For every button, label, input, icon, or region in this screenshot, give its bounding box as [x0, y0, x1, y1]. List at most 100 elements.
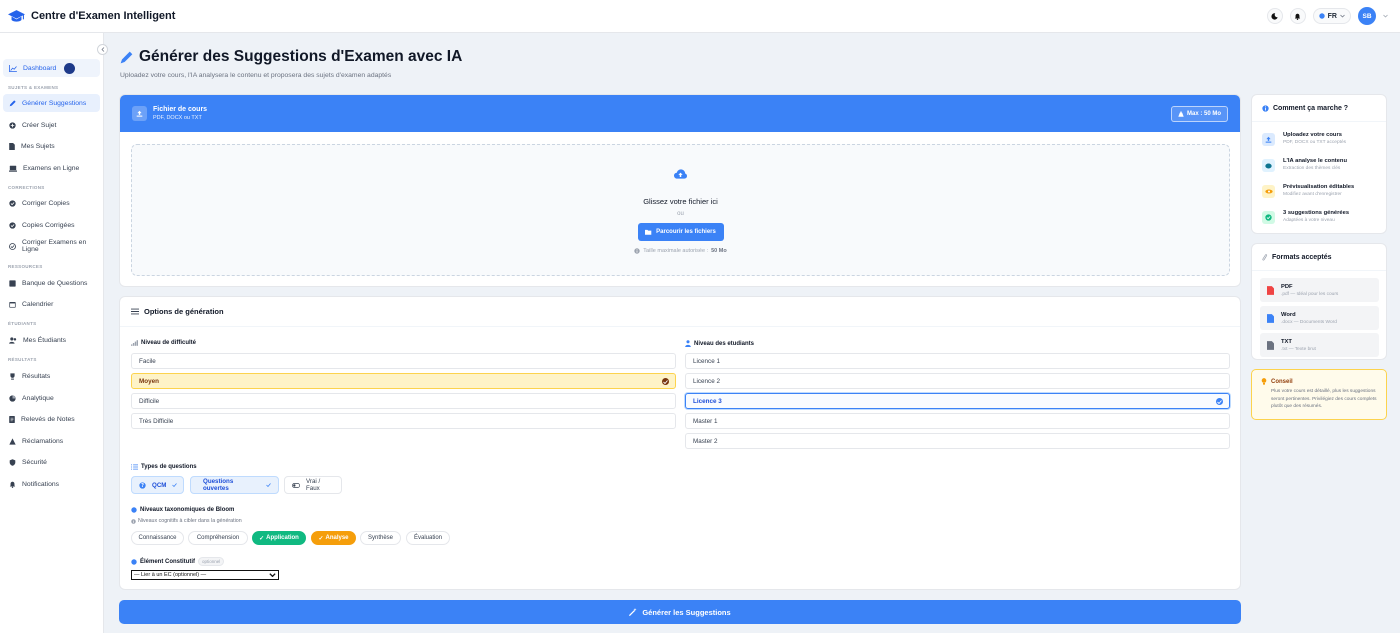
sidebar-collapse-button[interactable] [97, 44, 108, 55]
sidebar-item-label: Relevés de Notes [21, 415, 75, 423]
step-title: L'IA analyse le contenu [1283, 158, 1347, 164]
sidebar-item-securite[interactable]: Sécurité [3, 453, 100, 471]
options-title: Options de génération [144, 307, 224, 316]
file-pdf-icon [1267, 285, 1274, 295]
sidebar-item-creer-sujet[interactable]: Créer Sujet [3, 116, 100, 134]
check-circle-icon [1216, 398, 1223, 405]
browse-files-button[interactable]: Parcourir les fichiers [637, 223, 724, 241]
tip-header: Conseil [1252, 370, 1386, 385]
pencil-icon [9, 99, 16, 107]
student-option-m2[interactable]: Master 2 [685, 433, 1230, 449]
bloom-pill-label: Application [266, 535, 299, 541]
size-note-value: 50 Mo [711, 248, 727, 254]
how-it-works-header: Comment ça marche ? [1252, 95, 1386, 122]
formats-card: Formats acceptés PDF .pdf — Idéal pour le… [1251, 243, 1387, 360]
difficulty-option-moyen[interactable]: Moyen [131, 373, 676, 389]
sidebar-item-calendrier[interactable]: Calendrier [3, 295, 100, 313]
sidebar: Dashboard SUJETS & EXAMENS Générer Sugge… [0, 33, 104, 633]
brand[interactable]: Centre d'Examen Intelligent [8, 9, 176, 23]
app-title: Centre d'Examen Intelligent [31, 10, 176, 22]
laptop-icon [9, 165, 17, 172]
brain-icon [1262, 159, 1275, 172]
sidebar-item-mes-sujets[interactable]: Mes Sujets [3, 137, 100, 155]
type-chip-vrai-faux[interactable]: Vrai / Faux [284, 476, 342, 494]
student-option-l2[interactable]: Licence 2 [685, 373, 1230, 389]
bloom-pill-comprehension[interactable]: Compréhension [188, 531, 248, 545]
bloom-pill-evaluation[interactable]: Évaluation [406, 531, 450, 545]
tip-text: Plus votre cours est détaillé, plus les … [1271, 389, 1377, 409]
bloom-pill-connaissance[interactable]: Connaissance [131, 531, 184, 545]
difficulty-option-difficile[interactable]: Difficile [131, 393, 676, 409]
type-chip-questions-ouvertes[interactable]: Questions ouvertes [190, 476, 279, 494]
sidebar-item-analytique[interactable]: Analytique [3, 389, 100, 407]
student-option-label: Licence 3 [693, 397, 722, 405]
difficulty-option-facile[interactable]: Facile [131, 353, 676, 369]
step-desc: Adaptées à votre niveau [1283, 218, 1335, 223]
format-desc: .docx — Documents Word [1281, 319, 1337, 325]
dark-mode-button[interactable] [1266, 8, 1283, 24]
page-title-text: Générer des Suggestions d'Examen avec IA [139, 48, 463, 65]
user-avatar[interactable]: SB [1358, 7, 1376, 25]
sidebar-item-generer-suggestions[interactable]: Générer Suggestions [3, 94, 100, 112]
ec-select[interactable]: — Lier à un EC (optionnel) — [131, 570, 279, 580]
options-header: Options de génération [120, 297, 1240, 327]
info-circle-icon [1262, 104, 1269, 112]
notifications-button[interactable] [1289, 8, 1306, 24]
generate-suggestions-button[interactable]: Générer les Suggestions [119, 600, 1241, 624]
type-chip-qcm[interactable]: ? QCM [131, 476, 184, 494]
sidebar-item-label: Examens en Ligne [23, 164, 80, 172]
student-option-l3[interactable]: Licence 3 [685, 393, 1230, 409]
chevron-down-icon [269, 573, 276, 577]
file-list-icon [9, 415, 15, 423]
sidebar-item-notifications[interactable]: Notifications [3, 475, 100, 493]
bloom-pill-analyse[interactable]: ✓ Analyse [311, 531, 356, 545]
difficulty-label: Niveau de difficulté [131, 340, 196, 346]
question-types-label: Types de questions [131, 464, 197, 470]
folder-open-icon [645, 229, 652, 235]
eye-icon [1262, 185, 1275, 198]
layer-icon [131, 558, 137, 565]
bell-icon [1294, 13, 1301, 20]
check-circle-icon [9, 199, 16, 207]
bloom-subtitle-text: Niveaux cognitifs à cibler dans la génér… [138, 518, 242, 524]
sidebar-item-reclamations[interactable]: Réclamations [3, 432, 100, 450]
calendar-icon [9, 301, 16, 308]
file-dropzone[interactable]: Glissez votre fichier ici ou Parcourir l… [131, 144, 1230, 276]
sidebar-item-banque-questions[interactable]: Banque de Questions [3, 274, 100, 292]
dropzone-or: ou [677, 211, 684, 217]
sidebar-item-mes-etudiants[interactable]: Mes Étudiants [3, 331, 100, 349]
lightbulb-icon [1261, 378, 1267, 385]
moon-icon [1271, 12, 1278, 20]
difficulty-label-text: Niveau de difficulté [141, 340, 197, 346]
sidebar-item-releves-notes[interactable]: Relevés de Notes [3, 410, 100, 428]
step-title: Prévisualisation éditables [1283, 184, 1355, 190]
bloom-pill-application[interactable]: ✓ Application [252, 531, 306, 545]
section-ressources: RESSOURCES [8, 264, 43, 269]
how-it-works-title: Comment ça marche ? [1273, 104, 1349, 112]
svg-text:?: ? [141, 483, 144, 489]
sidebar-item-label: Dashboard [23, 64, 57, 72]
student-option-m1[interactable]: Master 1 [685, 413, 1230, 429]
sidebar-item-dashboard[interactable]: Dashboard [3, 59, 100, 77]
bloom-pill-synthese[interactable]: Synthèse [360, 531, 401, 545]
sidebar-item-corriger-copies[interactable]: Corriger Copies [3, 194, 100, 212]
check-icon [266, 483, 271, 487]
user-menu-chevron-icon[interactable] [1383, 14, 1388, 18]
check-icon [172, 483, 178, 487]
sidebar-item-corriger-examens-en-ligne[interactable]: Corriger Examens en Ligne [3, 237, 100, 255]
sidebar-item-copies-corrigees[interactable]: Copies Corrigées [3, 216, 100, 234]
check-icon: ✓ [318, 535, 324, 542]
sidebar-item-label: Corriger Copies [22, 199, 70, 207]
sidebar-item-examens-en-ligne[interactable]: Examens en Ligne [3, 159, 100, 177]
sidebar-item-resultats[interactable]: Résultats [3, 367, 100, 385]
language-selector[interactable]: FR [1312, 8, 1351, 24]
student-option-l1[interactable]: Licence 1 [685, 353, 1230, 369]
students-label-text: Niveau des etudiants [694, 340, 755, 347]
graduation-cap-icon [8, 9, 25, 23]
section-etudiants: ÉTUDIANTS [8, 321, 37, 326]
list-icon [131, 464, 138, 470]
max-size-label: Max : 50 Mo [1186, 110, 1221, 117]
section-resultats: RÉSULTATS [8, 357, 37, 362]
section-sujets: SUJETS & EXAMENS [8, 85, 59, 90]
difficulty-option-tres-difficile[interactable]: Très Difficile [131, 413, 676, 429]
